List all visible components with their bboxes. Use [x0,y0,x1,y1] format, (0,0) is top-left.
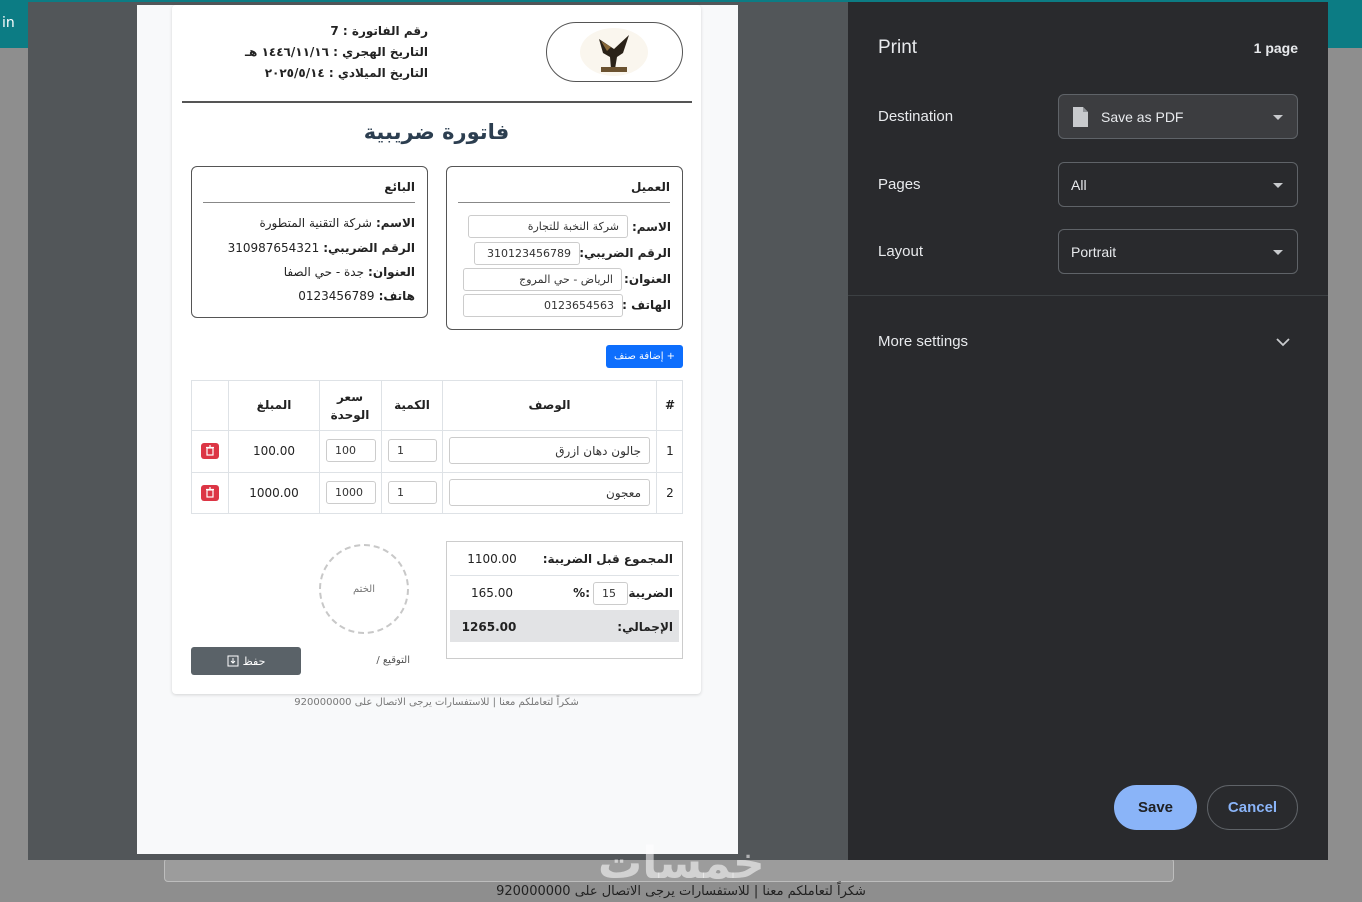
invoice-footer: شكراً لتعاملكم معنا | للاستفسارات يرجى ا… [294,697,579,708]
table-vline-2 [319,380,320,514]
customer-divider [458,202,670,203]
customer-address-input[interactable]: الرياض - حي المروج [463,268,622,291]
invoice-save-label: حفظ [242,654,266,668]
page-count: 1 page [1253,40,1298,56]
row-1-amount: 100.00 [253,444,295,458]
destination-value: Save as PDF [1101,108,1184,125]
customer-name-input[interactable]: شركة النخبة للتجارة [468,215,628,238]
row-1-delete-button[interactable] [201,443,219,459]
pages-select[interactable]: All [1058,162,1298,207]
chevron-down-icon [1276,338,1290,347]
eagle-logo-icon [580,28,648,76]
logo-frame [546,22,683,82]
customer-tax-input[interactable]: 310123456789 [474,242,580,265]
panel-divider [848,295,1328,296]
total-label: الإجمالي: [617,620,673,634]
layout-value: Portrait [1071,243,1117,260]
tax-label: الضريبة [628,586,673,600]
customer-phone-label: الهاتف : [622,298,671,312]
row-1-description-input[interactable]: جالون دهان ازرق [449,437,650,464]
add-item-button[interactable]: + إضافة صنف [606,345,683,368]
row-2-price-input[interactable]: 1000 [326,481,376,504]
download-icon [227,655,239,667]
customer-address-label: العنوان: [624,272,671,286]
total-value: 1265.00 [461,620,517,634]
layout-label: Layout [878,243,924,260]
stamp-circle: الختم [319,544,409,634]
seller-heading: البائع [384,180,415,194]
row-2-quantity-input[interactable]: 1 [388,481,437,504]
more-settings-toggle[interactable]: More settings [878,325,1298,361]
row-2-amount: 1000.00 [249,486,299,500]
seller-tax-row: الرقم الضريبي: 310987654321 [227,241,415,255]
chevron-down-icon [1273,115,1283,120]
row-2-num: 2 [666,486,674,500]
row-1-num: 1 [666,444,674,458]
customer-tax-label: الرقم الضريبي: [579,246,671,260]
subtotal-label: المجموع قبل الضريبة: [542,552,673,566]
stamp-label: الختم [353,583,375,595]
row-2-description-input[interactable]: معجون [449,479,650,506]
seller-phone-row: هاتف: 0123456789 [298,289,415,303]
header-divider [182,101,692,103]
row-1-price-input[interactable]: 100 [326,439,376,462]
seller-name-row: الاسم: شركة التقنية المتطورة [259,216,415,230]
destination-label: Destination [878,108,954,125]
row-2-delete-button[interactable] [201,485,219,501]
hijri-date: التاريخ الهجري : ١٤٤٦/١١/١٦ هـ [244,45,428,59]
table-hline-2 [191,472,683,473]
header-unit-price: سعر الوحدة [330,390,370,422]
header-quantity: الكمية [394,398,430,412]
invoice-number: رقم الفاتورة : 7 [330,24,428,38]
layout-select[interactable]: Portrait [1058,229,1298,274]
row-1-quantity-input[interactable]: 1 [388,439,437,462]
tax-value: 165.00 [471,586,513,600]
customer-heading: العميل [630,180,670,194]
gregorian-date: التاريخ الميلادي : ٢٠٢٥/٥/١٤ [264,66,428,80]
signature-label: التوقيع / [376,655,410,666]
trash-icon [206,445,214,456]
destination-select[interactable]: Save as PDF [1058,94,1298,139]
save-button[interactable]: Save [1114,785,1197,830]
customer-name-label: الاسم: [631,220,671,234]
invoice-save-button[interactable]: حفظ [191,647,301,675]
header-amount: المبلغ [256,398,292,412]
header-num: # [664,398,676,412]
invoice-title: فاتورة ضريبية [363,120,510,144]
pages-label: Pages [878,176,921,193]
totals-divider-1 [450,575,679,576]
print-title: Print [878,37,918,58]
watermark: خمسات [598,838,765,889]
chevron-down-icon [1273,250,1283,255]
customer-phone-input[interactable]: 0123654563 [463,294,623,317]
document-icon [1073,106,1088,127]
tax-rate-input[interactable]: 15 [593,582,628,605]
trash-icon [206,487,214,498]
pages-value: All [1071,176,1087,193]
seller-address-row: العنوان: جدة - حي الصفا [283,265,415,279]
table-hline-1 [191,430,683,431]
top-bar-text: in [2,15,15,31]
chevron-down-icon [1273,183,1283,188]
tax-percent: %: [573,586,590,600]
seller-divider [203,202,415,203]
subtotal-value: 1100.00 [467,552,517,566]
more-settings-label: More settings [878,333,969,350]
cancel-button[interactable]: Cancel [1207,785,1298,830]
header-description: الوصف [528,398,571,412]
